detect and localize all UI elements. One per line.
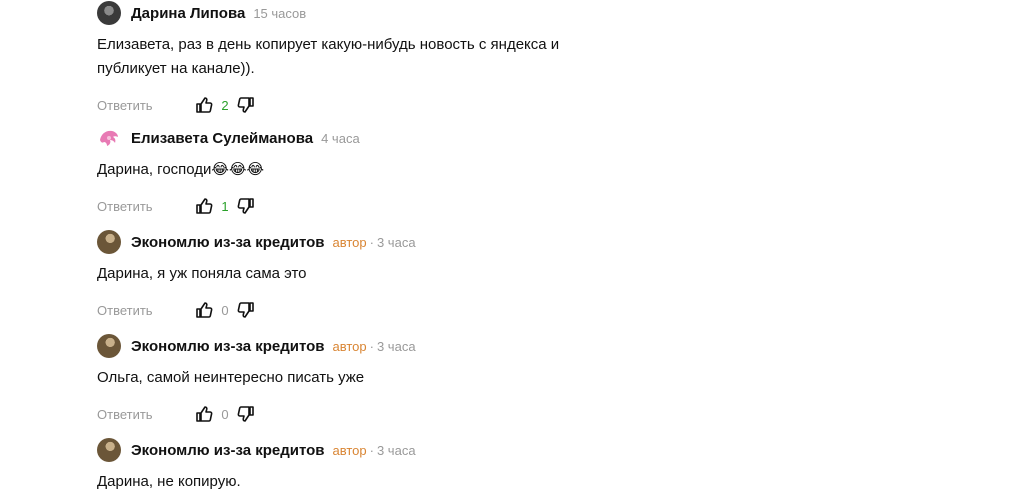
comment: Экономлю из-за кредитов автор · 3 часа Д… — [97, 230, 797, 320]
comment: Елизавета Сулейманова 4 часа Дарина, гос… — [97, 126, 797, 216]
comment-header: Экономлю из-за кредитов автор · 3 часа — [97, 230, 797, 254]
author-name[interactable]: Экономлю из-за кредитов — [131, 234, 325, 251]
author-name[interactable]: Экономлю из-за кредитов — [131, 338, 325, 355]
comment: Экономлю из-за кредитов автор · 3 часа Д… — [97, 438, 797, 494]
comment: Экономлю из-за кредитов автор · 3 часа О… — [97, 334, 797, 424]
comment-text: Дарина, не копирую. — [97, 473, 241, 490]
comment-text: Ольга, самой неинтересно писать уже — [97, 369, 365, 386]
thumbs-down-icon[interactable] — [237, 96, 255, 114]
like-count: 0 — [221, 406, 229, 422]
thumbs-up-icon[interactable] — [195, 301, 213, 319]
comment-actions: Ответить 2 — [97, 95, 797, 115]
like-count: 2 — [221, 97, 229, 113]
comment-time: 3 часа — [376, 338, 416, 354]
reply-button[interactable]: Ответить — [97, 199, 195, 214]
author-name[interactable]: Елизавета Сулейманова — [131, 130, 313, 147]
comment-time: 3 часа — [376, 234, 416, 250]
reply-button[interactable]: Ответить — [97, 98, 195, 113]
comment-actions: Ответить 0 — [97, 300, 797, 320]
author-badge: автор — [332, 442, 367, 458]
avatar[interactable] — [97, 334, 121, 358]
reply-button[interactable]: Ответить — [97, 407, 195, 422]
thumbs-up-icon[interactable] — [195, 197, 213, 215]
meta-separator: · — [369, 442, 374, 458]
meta-separator: · — [369, 234, 374, 250]
comment-header: Экономлю из-за кредитов автор · 3 часа — [97, 438, 797, 462]
comment-time: 3 часа — [376, 442, 416, 458]
thumbs-up-icon[interactable] — [195, 96, 213, 114]
comment-text: Елизавета, раз в день копирует какую-ниб… — [97, 36, 560, 77]
thumbs-up-icon[interactable] — [195, 405, 213, 423]
like-count: 1 — [221, 198, 229, 214]
author-name[interactable]: Дарина Липова — [131, 5, 245, 22]
comment-actions: Ответить 1 — [97, 196, 797, 216]
comment-header: Елизавета Сулейманова 4 часа — [97, 126, 797, 150]
comment-text: Дарина, господи😂😂😂 — [97, 161, 265, 178]
comment-time: 4 часа — [321, 130, 360, 146]
comment-header: Дарина Липова 15 часов — [97, 1, 797, 25]
pink-hair-avatar-icon — [100, 130, 118, 146]
thumbs-down-icon[interactable] — [237, 405, 255, 423]
comment: Дарина Липова 15 часов Елизавета, раз в … — [97, 1, 797, 115]
comment-header: Экономлю из-за кредитов автор · 3 часа — [97, 334, 797, 358]
reply-button[interactable]: Ответить — [97, 303, 195, 318]
avatar[interactable] — [97, 438, 121, 462]
author-badge: автор — [332, 338, 367, 354]
author-name[interactable]: Экономлю из-за кредитов — [131, 442, 325, 459]
author-badge: автор — [332, 234, 367, 250]
comment-actions: Ответить 0 — [97, 404, 797, 424]
avatar[interactable] — [97, 230, 121, 254]
thumbs-down-icon[interactable] — [237, 197, 255, 215]
comment-time: 15 часов — [253, 5, 307, 21]
meta-separator: · — [369, 338, 374, 354]
comment-text: Дарина, я уж поняла сама это — [97, 265, 307, 282]
thumbs-down-icon[interactable] — [237, 301, 255, 319]
avatar[interactable] — [97, 1, 121, 25]
like-count: 0 — [221, 302, 229, 318]
avatar[interactable] — [97, 126, 121, 150]
